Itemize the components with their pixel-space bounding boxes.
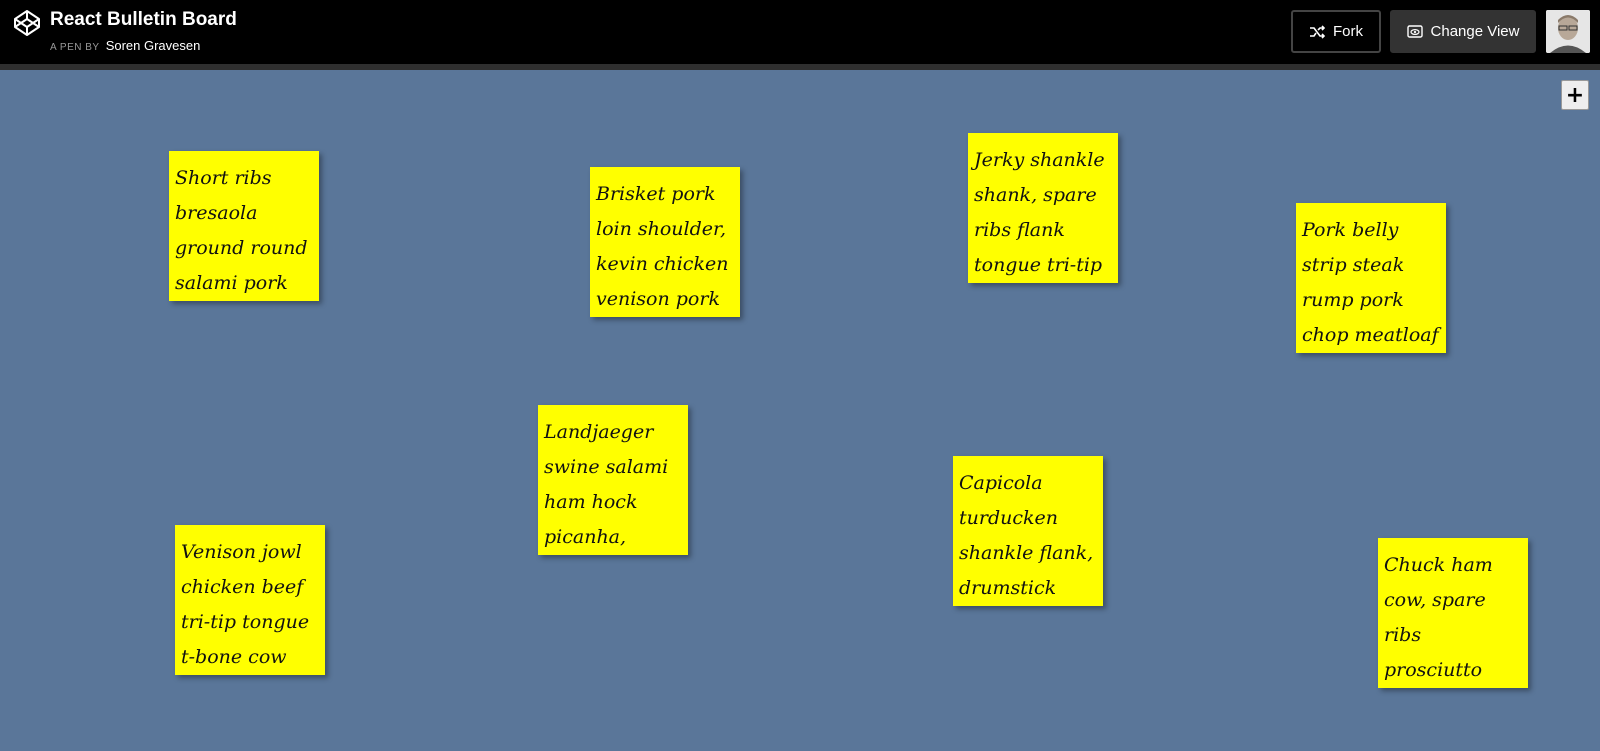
fork-label: Fork xyxy=(1333,23,1363,40)
sticky-note[interactable]: Pork belly strip steak rump pork chop me… xyxy=(1296,203,1446,353)
change-view-label: Change View xyxy=(1430,23,1520,40)
author-link[interactable]: Soren Gravesen xyxy=(106,38,201,53)
sticky-note[interactable]: Capicola turducken shankle flank, drumst… xyxy=(953,456,1103,606)
byline-prefix: A PEN BY xyxy=(50,42,100,53)
change-view-button[interactable]: Change View xyxy=(1390,10,1536,53)
view-icon xyxy=(1406,25,1423,38)
page-title[interactable]: React Bulletin Board xyxy=(50,9,237,31)
sticky-note[interactable]: Chuck ham cow, spare ribs prosciutto bee… xyxy=(1378,538,1528,688)
sticky-note[interactable]: Venison jowl chicken beef tri-tip tongue… xyxy=(175,525,325,675)
sticky-note[interactable]: Landjaeger swine salami ham hock picanha… xyxy=(538,405,688,555)
sticky-note[interactable]: Brisket pork loin shoulder, kevin chicke… xyxy=(590,167,740,317)
fork-button[interactable]: Fork xyxy=(1291,10,1381,53)
add-note-button[interactable]: + xyxy=(1561,80,1589,110)
fork-icon xyxy=(1309,24,1325,39)
codepen-logo-icon[interactable] xyxy=(13,9,41,37)
sticky-note[interactable]: Short ribs bresaola ground round salami … xyxy=(169,151,319,301)
user-avatar[interactable] xyxy=(1546,10,1590,53)
byline: A PEN BY Soren Gravesen xyxy=(50,38,200,53)
sticky-note[interactable]: Jerky shankle shank, spare ribs flank to… xyxy=(968,133,1118,283)
top-bar: React Bulletin Board A PEN BY Soren Grav… xyxy=(0,0,1600,70)
